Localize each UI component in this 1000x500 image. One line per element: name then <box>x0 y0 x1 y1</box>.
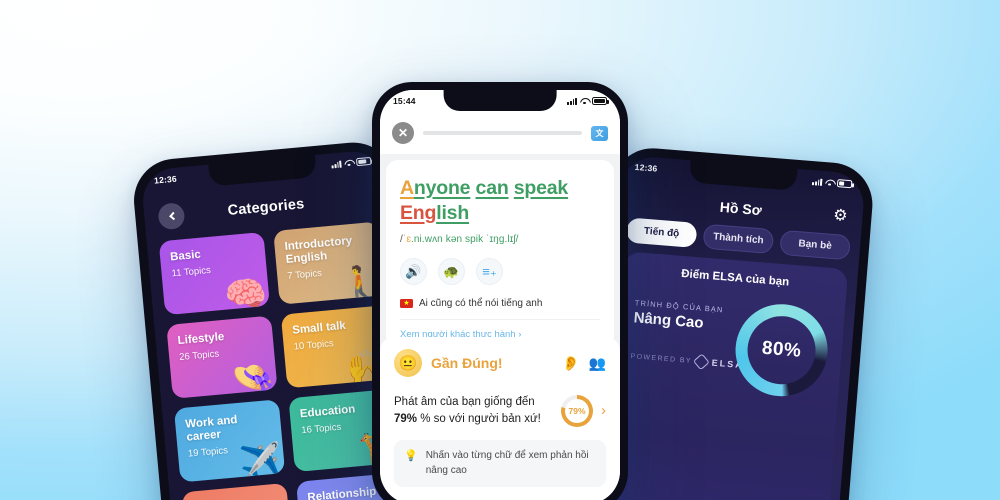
status-time: 12:36 <box>153 173 178 186</box>
tab-thanh-tich[interactable]: Thành tích <box>702 223 775 255</box>
category-title: Introductory English <box>284 234 353 267</box>
headline-part[interactable]: A <box>400 177 414 199</box>
battery-icon <box>355 157 372 166</box>
speaker-icon[interactable]: 🔊 <box>400 258 427 286</box>
mockup-stage: 12:36 Categories Basic 11 Topics 🧠 Intro… <box>0 0 1000 500</box>
translate-icon[interactable]: 文 <box>591 125 608 141</box>
phone-right-screen: 12:36 Hồ Sơ ⚙ Tiến độ Thành tích Bạn bè … <box>592 154 866 500</box>
signal-bars-icon <box>331 160 342 168</box>
tab-tien-do[interactable]: Tiến độ <box>625 217 698 248</box>
score-text: Phát âm của bạn giống đến 79% % so với n… <box>394 394 553 427</box>
add-to-list-icon[interactable]: ≡₊ <box>476 258 503 286</box>
headline-part[interactable]: En <box>400 202 425 224</box>
lightbulb-icon: 💡 <box>404 450 418 463</box>
category-title: Relationship <box>306 485 377 500</box>
tab-ban-be[interactable]: Bạn bè <box>779 229 851 261</box>
wifi-icon <box>580 98 589 105</box>
phone-center-screen: 15:44 ✕ 文 Anyone can speak English /ˈɛ.n… <box>380 90 620 500</box>
notch <box>443 90 557 111</box>
headline-part[interactable]: speak <box>514 177 568 199</box>
lesson-translation: ★ Ai cũng có thể nói tiếng anh <box>400 298 600 309</box>
phonetic-stressed: ˈɛ <box>402 234 412 246</box>
status-indicators <box>812 177 853 189</box>
close-icon[interactable]: ✕ <box>392 122 414 144</box>
category-card[interactable]: Introductory English 7 Topics 🚶 <box>273 221 385 305</box>
elsa-score-value: 80% <box>761 337 803 362</box>
lesson-phonetic: /ˈɛ.ni.wʌn kən spik ˈɪŋg.lɪʃ/ <box>400 234 600 245</box>
status-indicators <box>567 97 609 105</box>
score-ring-label: 79% <box>568 405 586 416</box>
headline-part[interactable]: can <box>476 177 509 199</box>
gear-icon[interactable]: ⚙ <box>833 207 849 225</box>
wifi-icon <box>825 179 835 187</box>
score-row[interactable]: Phát âm của bạn giống đến 79% % so với n… <box>394 394 606 427</box>
vietnam-flag-icon: ★ <box>400 299 413 309</box>
category-card[interactable]: Lifestyle 26 Topics 👒 <box>166 315 278 399</box>
category-title: Basic <box>169 248 202 264</box>
page-title: Hồ Sơ <box>719 198 763 219</box>
category-art-icon: 🧠 <box>222 273 269 316</box>
headline-part[interactable]: lish <box>436 202 469 224</box>
battery-icon <box>836 179 853 189</box>
headline-part[interactable]: nyone <box>414 177 471 199</box>
lesson-card: Anyone can speak English /ˈɛ.ni.wʌn kən … <box>386 160 614 351</box>
phonetic-rest: .ni.wʌn kən spik ˈɪŋg.lɪʃ/ <box>411 234 519 246</box>
score-text-b: % so với người bản xứ! <box>417 412 541 425</box>
category-art-icon: ✈️ <box>238 441 284 483</box>
chevron-right-icon[interactable]: › <box>601 402 606 419</box>
phone-center-lesson: 15:44 ✕ 文 Anyone can speak English /ˈɛ.n… <box>372 82 628 500</box>
categories-grid: Basic 11 Topics 🧠 Introductory English 7… <box>158 221 408 500</box>
notch <box>689 160 798 191</box>
hint-text: Nhấn vào từng chữ để xem phản hồi nâng c… <box>425 450 589 476</box>
slow-speaker-icon[interactable]: 🐢 <box>438 258 465 286</box>
category-art-icon: 👒 <box>230 357 277 399</box>
result-header: 😐 Gần Đúng! 👂 👥 <box>394 349 606 377</box>
category-card[interactable]: Work and career 19 Topics ✈️ <box>173 399 286 483</box>
category-title: Work and career <box>184 414 238 444</box>
category-title: Education <box>299 403 356 421</box>
lesson-result-sheet: 😐 Gần Đúng! 👂 👥 Phát âm của bạn giống đế… <box>380 337 620 500</box>
listen-icon[interactable]: 👂 <box>562 355 579 372</box>
category-title: Small talk <box>291 319 347 337</box>
elsa-score-card: Điểm ELSA của bạn TRÌNH ĐỘ CỦA BẠN Nâng … <box>598 251 849 500</box>
result-label: Gần Đúng! <box>431 355 503 371</box>
headline-part[interactable]: g <box>425 202 437 224</box>
community-icon[interactable]: 👥 <box>589 355 606 372</box>
elsa-logo-icon <box>693 353 711 371</box>
score-text-a: Phát âm của bạn giống đến <box>394 396 535 408</box>
hint-box: 💡 Nhấn vào từng chữ để xem phản hồi nâng… <box>394 440 606 488</box>
back-button[interactable] <box>157 202 186 231</box>
notch <box>208 154 318 187</box>
signal-bars-icon <box>812 178 823 186</box>
category-card[interactable]: Basic 11 Topics 🧠 <box>158 231 270 316</box>
translation-text: Ai cũng có thể nói tiếng anh <box>419 298 543 310</box>
score-ring: 79% <box>561 394 593 427</box>
wifi-icon <box>344 159 354 167</box>
status-time: 12:36 <box>634 161 658 174</box>
chevron-left-icon <box>168 211 178 221</box>
thinking-face-icon: 😐 <box>394 349 422 377</box>
lesson-topbar: ✕ 文 <box>380 112 620 154</box>
lesson-progress-bar <box>423 131 582 135</box>
battery-icon <box>592 97 609 105</box>
score-value: 79% <box>394 412 418 425</box>
status-time: 15:44 <box>393 96 416 106</box>
category-card[interactable]: Holidays 👒 <box>181 482 293 500</box>
lesson-audio-controls: 🔊 🐢 ≡₊ <box>400 258 600 286</box>
status-indicators <box>331 157 372 168</box>
category-title: Lifestyle <box>177 330 225 348</box>
lesson-headline: Anyone can speak English <box>400 176 600 225</box>
card-title: Điểm ELSA của bạn <box>680 267 790 289</box>
signal-bars-icon <box>567 97 577 105</box>
powered-by-label: POWERED BY <box>630 352 693 365</box>
